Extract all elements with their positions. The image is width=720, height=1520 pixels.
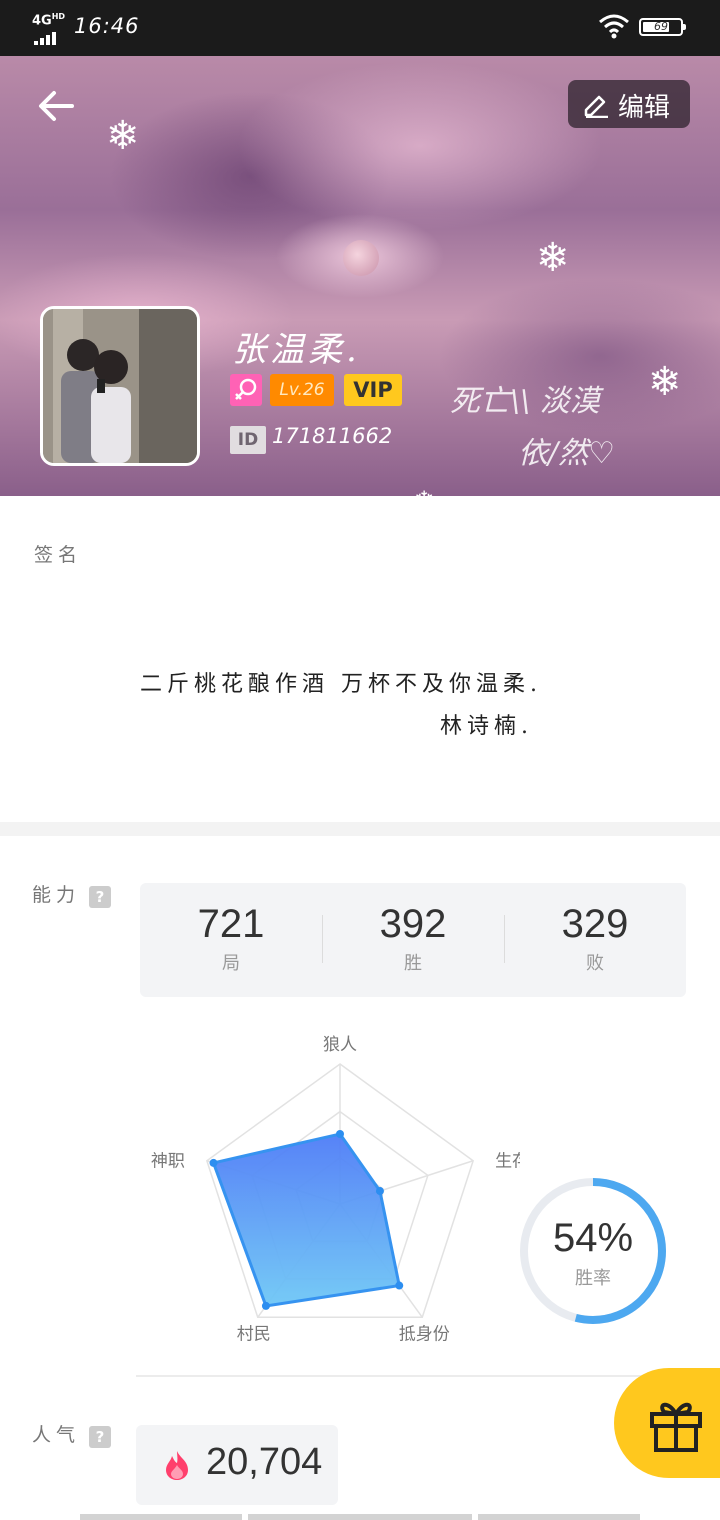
popularity-panel: 20,704	[136, 1425, 338, 1505]
radar-axis-label: 村民	[237, 1324, 271, 1342]
moon-decoration	[343, 240, 379, 276]
snowflake-icon: ❄	[106, 113, 140, 159]
radar-axis-label: 狼人	[323, 1035, 357, 1055]
snowflake-icon: ❄	[414, 480, 434, 496]
signature-label: 签名	[34, 544, 83, 566]
clock: 16:46	[74, 14, 140, 38]
radar-point	[261, 1301, 270, 1310]
snowflake-icon: ❄	[536, 235, 570, 281]
stat-games-value: 721	[197, 902, 265, 946]
radar-point	[375, 1187, 384, 1196]
snowflake-icon: ❄	[648, 359, 682, 405]
section-divider	[0, 822, 720, 836]
radar-axis-label: 生存	[495, 1152, 520, 1172]
avatar-photo	[43, 309, 197, 463]
wifi-icon	[599, 14, 629, 39]
nickname: 张温柔.	[232, 330, 361, 370]
stat-losses-label: 败	[586, 953, 604, 974]
ability-help-icon[interactable]: ?	[89, 886, 111, 908]
id-tag: ID	[230, 426, 266, 454]
signal-icon	[34, 26, 58, 45]
radar-point	[336, 1130, 344, 1138]
stat-losses: 329 败	[504, 901, 686, 975]
win-rate-label: 胜率	[575, 1268, 611, 1289]
ability-radar-chart: 狼人 生存 抵身份 村民 神职	[151, 1035, 520, 1342]
battery-icon: 69	[639, 18, 686, 36]
stat-wins-label: 胜	[404, 953, 422, 974]
popularity-value: 20,704	[206, 1441, 323, 1483]
section-divider	[136, 1375, 720, 1377]
battery-level: 69	[654, 20, 668, 33]
status-bar: 4GHD 16:46 69	[0, 0, 720, 56]
stats-panel: 721 局 392 胜 329 败	[140, 883, 686, 997]
female-icon	[235, 378, 257, 400]
gift-icon	[650, 1402, 702, 1452]
back-button[interactable]	[36, 86, 76, 126]
stat-losses-value: 329	[561, 902, 629, 946]
radar-point	[209, 1158, 218, 1167]
back-arrow-icon	[39, 91, 74, 121]
signature-line1: 二斤桃花酿作酒 万杯不及你温柔.	[140, 672, 542, 697]
avatar[interactable]	[40, 306, 200, 466]
edit-icon	[584, 95, 608, 118]
profile-header: 编辑 ❄ ❄ ❄ ❄ 张温柔. Lv.26 VIP ID 171811662 死…	[0, 56, 720, 496]
stat-wins: 392 胜	[322, 901, 504, 975]
stat-wins-value: 392	[379, 902, 447, 946]
signature-line2: 林诗楠.	[440, 714, 533, 739]
vip-badge: VIP	[344, 374, 402, 406]
popularity-label: 人气	[32, 1424, 81, 1446]
edit-label: 编辑	[618, 93, 671, 123]
popularity-help-icon[interactable]: ?	[89, 1426, 111, 1448]
radar-point	[395, 1281, 404, 1290]
cover-text-line1: 死亡\\ 淡漠	[450, 384, 600, 419]
win-rate-value: 54%	[552, 1216, 634, 1260]
cover-text-line2: 依/然♡	[518, 436, 616, 471]
gift-button[interactable]	[614, 1368, 720, 1478]
radar-axis-label: 神职	[151, 1152, 185, 1172]
stat-games: 721 局	[140, 901, 322, 975]
fire-icon	[166, 1451, 188, 1480]
stat-games-label: 局	[222, 953, 240, 974]
radar-axis-label: 抵身份	[399, 1324, 450, 1342]
ability-label: 能力	[32, 884, 81, 906]
gender-badge	[230, 374, 262, 406]
radar-area	[211, 1132, 402, 1308]
user-id: 171811662	[272, 424, 393, 448]
level-badge: Lv.26	[270, 374, 334, 406]
edit-button[interactable]: 编辑	[568, 80, 690, 128]
